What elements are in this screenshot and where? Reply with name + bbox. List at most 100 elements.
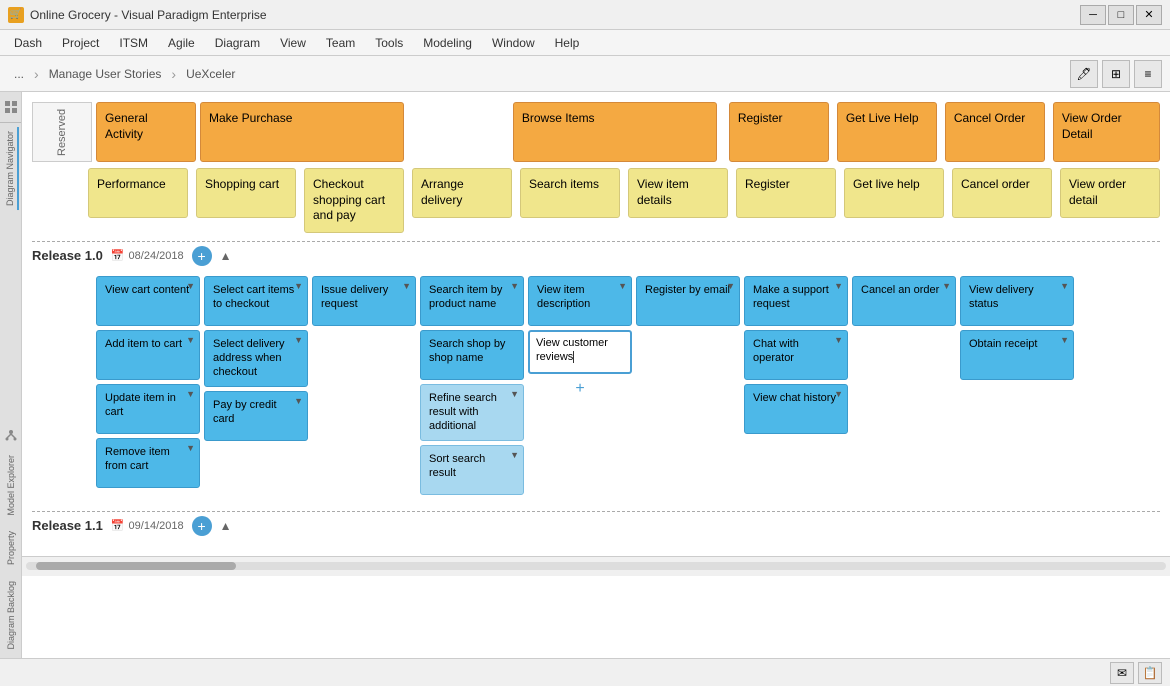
epic-cancel-order[interactable]: Cancel Order bbox=[945, 102, 1045, 162]
release-1-collapse[interactable]: ▲ bbox=[220, 249, 232, 263]
epic-make-purchase[interactable]: Make Purchase bbox=[200, 102, 404, 162]
release-1-header: Release 1.0 📅 08/24/2018 + ▲ bbox=[32, 241, 1160, 270]
toolbar-icons: 🖊 ⊞ ≡ bbox=[1070, 60, 1162, 88]
story-update-item-cart[interactable]: ▼ Update item in cart bbox=[96, 384, 200, 434]
theme-get-live-help[interactable]: Get live help bbox=[844, 168, 944, 218]
theme-shopping-cart[interactable]: Shopping cart bbox=[196, 168, 296, 218]
story-make-support[interactable]: ▼ Make a support request bbox=[744, 276, 848, 326]
dropdown-arrow[interactable]: ▼ bbox=[510, 450, 519, 462]
breadcrumb-manage-user-stories[interactable]: Manage User Stories bbox=[43, 65, 168, 83]
col-view-item-add[interactable]: + bbox=[528, 378, 632, 400]
toolbar-icon-layout[interactable]: ≡ bbox=[1134, 60, 1162, 88]
bottom-icon-clipboard[interactable]: 📋 bbox=[1138, 662, 1162, 684]
story-search-item-product[interactable]: ▼ Search item by product name bbox=[420, 276, 524, 326]
breadcrumb-uexceler[interactable]: UeXceler bbox=[180, 65, 241, 83]
dropdown-arrow[interactable]: ▼ bbox=[1060, 281, 1069, 293]
theme-arrange-delivery[interactable]: Arrange delivery bbox=[412, 168, 512, 218]
release-1-add-button[interactable]: + bbox=[192, 246, 212, 266]
epic-general-activity[interactable]: General Activity bbox=[96, 102, 196, 162]
close-button[interactable]: ✕ bbox=[1136, 5, 1162, 25]
story-view-customer-reviews-editing[interactable]: View customer reviews bbox=[528, 330, 632, 374]
story-remove-item-cart[interactable]: ▼ Remove item from cart bbox=[96, 438, 200, 488]
dropdown-arrow[interactable]: ▼ bbox=[294, 281, 303, 293]
sidebar-tab-model-explorer[interactable]: Model Explorer bbox=[4, 451, 18, 520]
epics-row: Reserved General Activity Make Purchase … bbox=[32, 102, 1160, 162]
theme-view-order-detail[interactable]: View order detail bbox=[1060, 168, 1160, 218]
story-issue-delivery[interactable]: ▼ Issue delivery request bbox=[312, 276, 416, 326]
story-view-cart-content[interactable]: ▼ View cart content bbox=[96, 276, 200, 326]
release-2-add-button[interactable]: + bbox=[192, 516, 212, 536]
menu-tools[interactable]: Tools bbox=[365, 33, 413, 53]
menu-dash[interactable]: Dash bbox=[4, 33, 52, 53]
story-sort-search[interactable]: ▼ Sort search result bbox=[420, 445, 524, 495]
story-pay-by-credit[interactable]: ▼ Pay by credit card bbox=[204, 391, 308, 441]
dropdown-arrow[interactable]: ▼ bbox=[618, 281, 627, 293]
theme-register[interactable]: Register bbox=[736, 168, 836, 218]
menu-team[interactable]: Team bbox=[316, 33, 365, 53]
story-select-cart-items[interactable]: ▼ Select cart items to checkout bbox=[204, 276, 308, 326]
story-view-delivery-status[interactable]: ▼ View delivery status bbox=[960, 276, 1074, 326]
release-2-collapse[interactable]: ▲ bbox=[220, 519, 232, 533]
dropdown-arrow[interactable]: ▼ bbox=[942, 281, 951, 293]
toolbar-icon-edit[interactable]: 🖊 bbox=[1070, 60, 1098, 88]
toolbar-icon-grid[interactable]: ⊞ bbox=[1102, 60, 1130, 88]
minimize-button[interactable]: ─ bbox=[1080, 5, 1106, 25]
dropdown-arrow[interactable]: ▼ bbox=[294, 335, 303, 347]
sidebar-icon-1[interactable] bbox=[0, 96, 22, 118]
story-refine-search[interactable]: ▼ Refine search result with additional bbox=[420, 384, 524, 441]
menu-project[interactable]: Project bbox=[52, 33, 109, 53]
story-view-item-description[interactable]: ▼ View item description bbox=[528, 276, 632, 326]
release-2-header: Release 1.1 📅 09/14/2018 + ▲ bbox=[32, 511, 1160, 540]
theme-performance[interactable]: Performance bbox=[88, 168, 188, 218]
theme-checkout[interactable]: Checkout shopping cart and pay bbox=[304, 168, 404, 233]
dropdown-arrow[interactable]: ▼ bbox=[510, 389, 519, 401]
scroll-thumb[interactable] bbox=[36, 562, 236, 570]
dropdown-arrow[interactable]: ▼ bbox=[186, 281, 195, 293]
dropdown-arrow[interactable]: ▼ bbox=[1060, 335, 1069, 347]
theme-view-item-details[interactable]: View item details bbox=[628, 168, 728, 218]
dropdown-arrow[interactable]: ▼ bbox=[186, 443, 195, 455]
epic-view-order-detail[interactable]: View Order Detail bbox=[1053, 102, 1160, 162]
story-view-chat-history[interactable]: ▼ View chat history bbox=[744, 384, 848, 434]
release-1-date-value: 08/24/2018 bbox=[129, 250, 184, 262]
menu-itsm[interactable]: ITSM bbox=[109, 33, 158, 53]
menu-view[interactable]: View bbox=[270, 33, 316, 53]
breadcrumb-ellipsis[interactable]: ... bbox=[8, 65, 30, 83]
menu-window[interactable]: Window bbox=[482, 33, 545, 53]
dropdown-arrow[interactable]: ▼ bbox=[834, 389, 843, 401]
menu-diagram[interactable]: Diagram bbox=[205, 33, 270, 53]
dropdown-arrow[interactable]: ▼ bbox=[186, 389, 195, 401]
dropdown-arrow[interactable]: ▼ bbox=[186, 335, 195, 347]
menu-agile[interactable]: Agile bbox=[158, 33, 205, 53]
epic-get-live-help[interactable]: Get Live Help bbox=[837, 102, 937, 162]
bottom-icon-mail[interactable]: ✉ bbox=[1110, 662, 1134, 684]
theme-cancel-order[interactable]: Cancel order bbox=[952, 168, 1052, 218]
story-search-shop[interactable]: Search shop by shop name bbox=[420, 330, 524, 380]
dropdown-arrow[interactable]: ▼ bbox=[294, 396, 303, 408]
dropdown-arrow[interactable]: ▼ bbox=[726, 281, 735, 293]
text-cursor bbox=[573, 351, 574, 363]
menu-modeling[interactable]: Modeling bbox=[413, 33, 482, 53]
sidebar-tab-diagram-navigator[interactable]: Diagram Navigator bbox=[3, 127, 19, 210]
theme-search-items[interactable]: Search items bbox=[520, 168, 620, 218]
dropdown-arrow[interactable]: ▼ bbox=[834, 281, 843, 293]
sidebar-icon-model-explorer[interactable] bbox=[0, 425, 22, 447]
story-add-item-cart[interactable]: ▼ Add item to cart bbox=[96, 330, 200, 380]
story-select-delivery-address[interactable]: ▼ Select delivery address when checkout bbox=[204, 330, 308, 387]
sidebar-tab-diagram-backlog[interactable]: Diagram Backlog bbox=[4, 577, 18, 654]
sidebar-tab-property[interactable]: Property bbox=[4, 527, 18, 569]
epic-register[interactable]: Register bbox=[729, 102, 829, 162]
story-obtain-receipt[interactable]: ▼ Obtain receipt bbox=[960, 330, 1074, 380]
story-cancel-order[interactable]: ▼ Cancel an order bbox=[852, 276, 956, 326]
scroll-bar[interactable] bbox=[22, 556, 1170, 576]
dropdown-arrow[interactable]: ▼ bbox=[834, 335, 843, 347]
col-view-delivery: ▼ View delivery status ▼ Obtain receipt bbox=[960, 276, 1074, 380]
menu-help[interactable]: Help bbox=[545, 33, 590, 53]
epic-browse-items[interactable]: Browse Items bbox=[513, 102, 717, 162]
dropdown-arrow[interactable]: ▼ bbox=[510, 281, 519, 293]
dropdown-arrow[interactable]: ▼ bbox=[402, 281, 411, 293]
story-register-email[interactable]: ▼ Register by email bbox=[636, 276, 740, 326]
story-chat-operator[interactable]: ▼ Chat with operator bbox=[744, 330, 848, 380]
maximize-button[interactable]: □ bbox=[1108, 5, 1134, 25]
col-issue-delivery: ▼ Issue delivery request bbox=[312, 276, 416, 326]
